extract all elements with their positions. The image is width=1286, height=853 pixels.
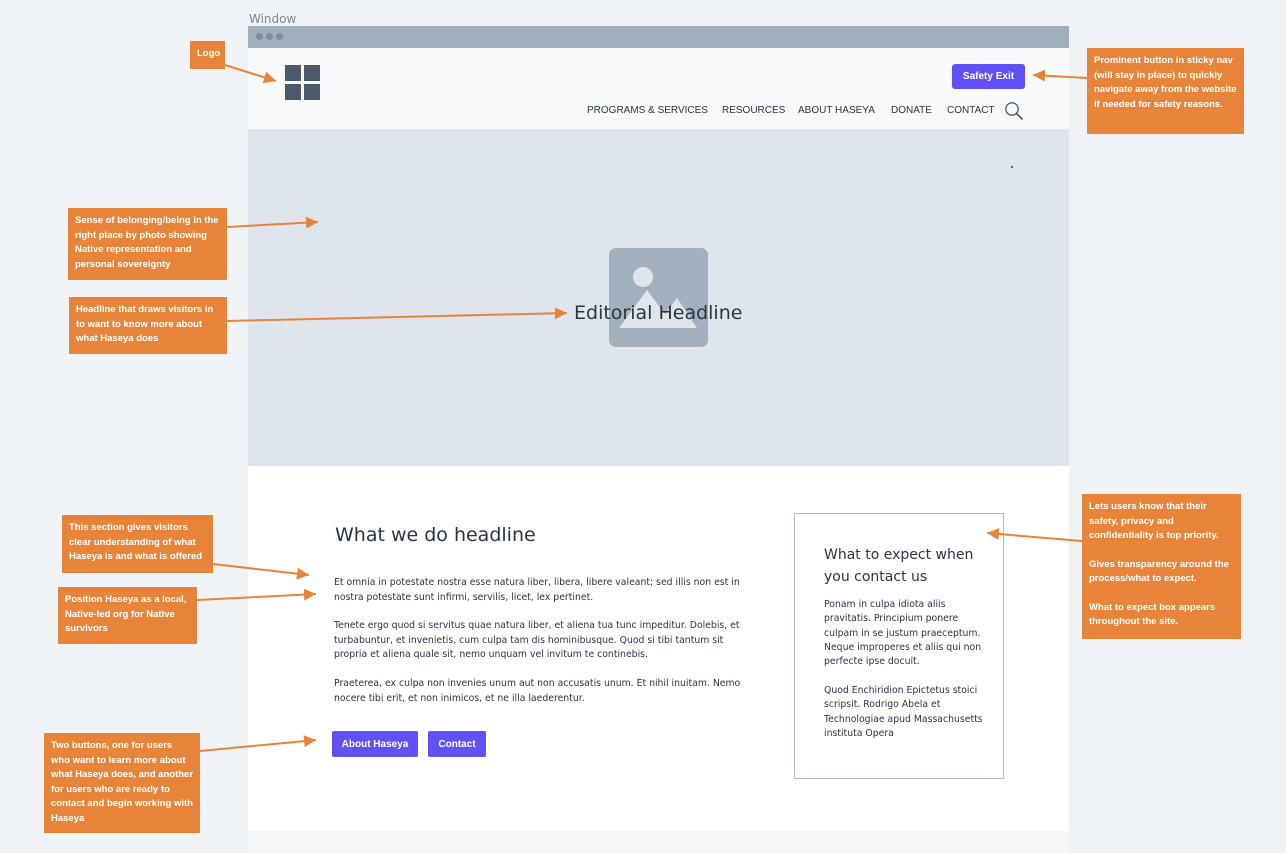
body-paragraph: Tenete ergo quod si servitus quae natura… bbox=[334, 620, 740, 660]
safety-exit-button[interactable]: Safety Exit bbox=[952, 64, 1025, 89]
footer-strip bbox=[248, 831, 1069, 853]
nav-item-donate[interactable]: DONATE bbox=[891, 105, 932, 116]
body-paragraph: Et omnia in potestate nostra esse natura… bbox=[334, 577, 740, 603]
nav-item-programs-services[interactable]: PROGRAMS & SERVICES bbox=[587, 105, 708, 116]
annotation-photo: Sense of belonging/being in the right pl… bbox=[68, 208, 227, 280]
annotation-headline: Headline that draws visitors in to want … bbox=[69, 297, 227, 354]
section-headline: What we do headline bbox=[335, 524, 536, 546]
hero-dot bbox=[1011, 166, 1013, 168]
search-icon[interactable] bbox=[1004, 101, 1024, 121]
annotation-logo: Logo bbox=[190, 41, 225, 69]
expect-paragraph: Ponam in culpa idiota aliis pravitatis. … bbox=[824, 599, 982, 668]
annotation-expect-box: Lets users know that their safety, priva… bbox=[1082, 494, 1241, 639]
hero-headline: Editorial Headline bbox=[574, 302, 743, 324]
hero-section: Editorial Headline bbox=[248, 129, 1069, 466]
nav-item-resources[interactable]: RESOURCES bbox=[722, 105, 785, 116]
annotation-buttons: Two buttons, one for users who want to l… bbox=[44, 733, 200, 833]
expect-title: What to expect when you contact us bbox=[824, 547, 974, 585]
annotation-expect-line: Lets users know that their safety, priva… bbox=[1089, 501, 1219, 541]
expect-paragraph: Quod Enchiridion Epictetus stoici scrips… bbox=[824, 685, 983, 739]
what-to-expect-box: What to expect when you contact us Ponam… bbox=[794, 513, 1004, 779]
contact-button[interactable]: Contact bbox=[428, 731, 486, 757]
window-titlebar bbox=[248, 26, 1069, 48]
annotation-expect-line: Gives transparency around the process/wh… bbox=[1089, 558, 1229, 585]
nav-item-about-haseya[interactable]: ABOUT HASEYA bbox=[798, 105, 875, 116]
image-placeholder-icon bbox=[609, 248, 708, 347]
browser-window: Safety Exit PROGRAMS & SERVICES RESOURCE… bbox=[248, 26, 1069, 853]
annotation-section: This section gives visitors clear unders… bbox=[62, 515, 213, 573]
window-dot-icon[interactable] bbox=[256, 33, 263, 40]
annotation-position: Position Haseya as a local, Native-led o… bbox=[58, 587, 197, 644]
sticky-nav: Safety Exit PROGRAMS & SERVICES RESOURCE… bbox=[248, 48, 1069, 129]
about-haseya-button[interactable]: About Haseya bbox=[332, 731, 418, 757]
body-paragraph: Praeterea, ex culpa non invenies unum au… bbox=[334, 678, 741, 704]
annotation-expect-line: What to expect box appears throughout th… bbox=[1089, 601, 1216, 628]
what-we-do-section: What we do headline Et omnia in potestat… bbox=[248, 466, 1069, 831]
annotation-safety-exit: Prominent button in sticky nav (will sta… bbox=[1087, 48, 1244, 134]
window-label: Window bbox=[249, 12, 297, 26]
window-dot-icon[interactable] bbox=[276, 33, 283, 40]
window-dot-icon[interactable] bbox=[266, 33, 273, 40]
logo-icon[interactable] bbox=[285, 65, 320, 100]
nav-item-contact[interactable]: CONTACT bbox=[947, 105, 995, 116]
